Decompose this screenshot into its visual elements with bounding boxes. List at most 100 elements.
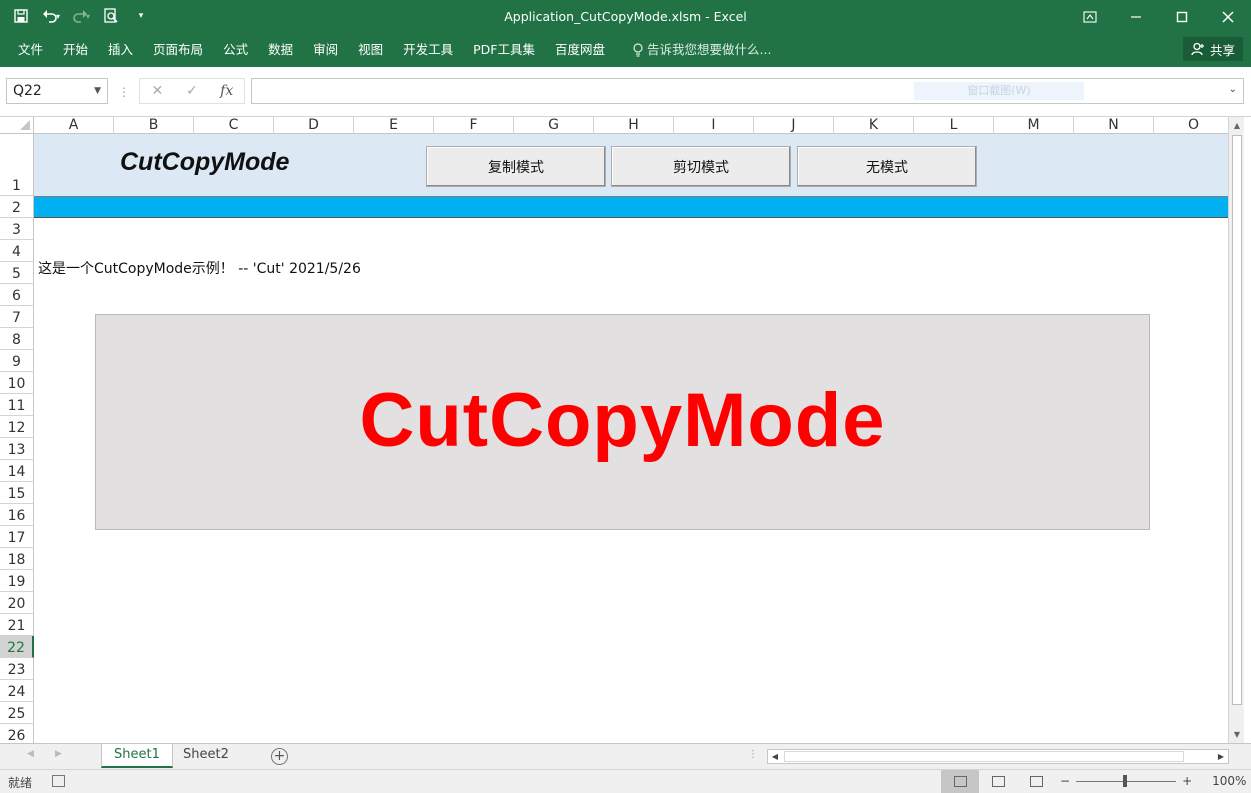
row-header-13[interactable]: 13 [0,438,34,460]
chevron-down-icon[interactable]: ▼ [94,79,101,103]
enter-formula-icon[interactable]: ✓ [175,83,210,99]
row-header-21[interactable]: 21 [0,614,34,636]
row-header-2[interactable]: 2 [0,196,34,218]
column-header-j[interactable]: J [754,117,834,134]
vertical-scrollbar[interactable]: ▲ ▼ [1228,117,1244,743]
row-header-26[interactable]: 26 [0,724,34,743]
row-header-5[interactable]: 5 [0,262,34,284]
tab-page-layout[interactable]: 页面布局 [143,38,213,62]
scroll-left-icon[interactable]: ◀ [768,750,782,763]
row-header-16[interactable]: 16 [0,504,34,526]
cell-a4-note[interactable]: 这是一个CutCopyMode示例！ -- 'Cut' 2021/5/26 [38,258,361,278]
tell-me-search[interactable]: 告诉我您想要做什么... [623,38,781,62]
tab-pdf-tools[interactable]: PDF工具集 [463,38,545,62]
column-header-n[interactable]: N [1074,117,1154,134]
row-header-14[interactable]: 14 [0,460,34,482]
formula-buttons: ✕ ✓ fx [139,78,245,104]
row-header-24[interactable]: 24 [0,680,34,702]
row-header-9[interactable]: 9 [0,350,34,372]
column-header-k[interactable]: K [834,117,914,134]
cancel-formula-icon[interactable]: ✕ [140,83,175,99]
column-header-i[interactable]: I [674,117,754,134]
tab-baidu-netdisk[interactable]: 百度网盘 [545,38,615,62]
column-header-h[interactable]: H [594,117,674,134]
column-header-m[interactable]: M [994,117,1074,134]
column-header-a[interactable]: A [34,117,114,134]
row-number: 10 [7,376,26,392]
row-header-4[interactable]: 4 [0,240,34,262]
next-sheet-icon[interactable]: ▶ [55,749,62,759]
row-header-11[interactable]: 11 [0,394,34,416]
maximize-icon[interactable] [1159,0,1205,33]
column-header-l[interactable]: L [914,117,994,134]
macro-record-icon[interactable] [52,775,65,787]
row-header-1[interactable]: 1 [0,134,34,196]
zoom-out-icon[interactable]: − [1060,774,1070,788]
tab-formulas[interactable]: 公式 [213,38,258,62]
row-header-8[interactable]: 8 [0,328,34,350]
row-header-19[interactable]: 19 [0,570,34,592]
zoom-in-icon[interactable]: + [1182,774,1192,788]
row-header-6[interactable]: 6 [0,284,34,306]
tab-home[interactable]: 开始 [53,38,98,62]
page-layout-view-icon[interactable] [979,770,1017,793]
row-header-22[interactable]: 22 [0,636,34,658]
prev-sheet-icon[interactable]: ◀ [27,749,34,759]
tab-review[interactable]: 审阅 [303,38,348,62]
scroll-down-icon[interactable]: ▼ [1229,726,1245,743]
normal-view-icon[interactable] [941,770,979,793]
minimize-icon[interactable] [1113,0,1159,33]
column-header-f[interactable]: F [434,117,514,134]
copy-mode-button[interactable]: 复制模式 [426,146,606,187]
column-header-b[interactable]: B [114,117,194,134]
tab-view[interactable]: 视图 [348,38,393,62]
sheet-tab-sheet1[interactable]: Sheet1 [101,744,173,768]
column-header-g[interactable]: G [514,117,594,134]
column-header-o[interactable]: O [1154,117,1234,134]
scroll-right-icon[interactable]: ▶ [1214,750,1228,763]
row-number: 24 [7,684,26,700]
row-header-7[interactable]: 7 [0,306,34,328]
row-header-17[interactable]: 17 [0,526,34,548]
row-header-23[interactable]: 23 [0,658,34,680]
select-all-button[interactable] [0,117,34,134]
tab-split-grip[interactable]: ⋮ [748,749,758,760]
column-header-e[interactable]: E [354,117,434,134]
row-header-3[interactable]: 3 [0,218,34,240]
share-button[interactable]: 共享 [1182,37,1243,61]
add-sheet-icon[interactable]: + [271,748,288,765]
zoom-slider[interactable] [1076,774,1177,787]
horizontal-scroll-thumb[interactable] [784,751,1184,762]
cell-area[interactable]: CutCopyMode 复制模式 剪切模式 无模式 这是一个CutCopyMod… [34,134,1228,743]
tab-file[interactable]: 文件 [8,38,53,62]
zoom-level[interactable]: 100% [1212,774,1246,788]
page-break-view-icon[interactable] [1017,770,1055,793]
cut-mode-button[interactable]: 剪切模式 [611,146,791,187]
horizontal-scrollbar[interactable]: ◀ ▶ [767,749,1229,764]
formula-input[interactable]: 窗口截图(W) ⌄ [251,78,1244,104]
tab-insert[interactable]: 插入 [98,38,143,62]
no-mode-button[interactable]: 无模式 [797,146,977,187]
name-box[interactable]: Q22 ▼ [6,78,108,104]
tab-data[interactable]: 数据 [258,38,303,62]
row-header-20[interactable]: 20 [0,592,34,614]
row-header-12[interactable]: 12 [0,416,34,438]
row-header-25[interactable]: 25 [0,702,34,724]
expand-formula-bar-icon[interactable]: ⌄ [1229,84,1237,95]
banner-text: CutCopyMode [359,378,886,463]
tab-developer[interactable]: 开发工具 [393,38,463,62]
insert-function-icon[interactable]: fx [209,83,244,99]
row-header-15[interactable]: 15 [0,482,34,504]
column-header-c[interactable]: C [194,117,274,134]
formula-bar-grip: ⋮ [118,85,130,99]
close-icon[interactable] [1205,0,1251,33]
ribbon-display-icon[interactable] [1067,0,1113,33]
cutcopymode-banner[interactable]: CutCopyMode [95,314,1150,530]
column-header-d[interactable]: D [274,117,354,134]
row-header-10[interactable]: 10 [0,372,34,394]
row-header-18[interactable]: 18 [0,548,34,570]
vertical-scroll-thumb[interactable] [1232,135,1242,705]
sheet-tab-sheet2[interactable]: Sheet2 [171,744,241,768]
scroll-up-icon[interactable]: ▲ [1229,117,1245,134]
row-number: 7 [12,310,21,326]
